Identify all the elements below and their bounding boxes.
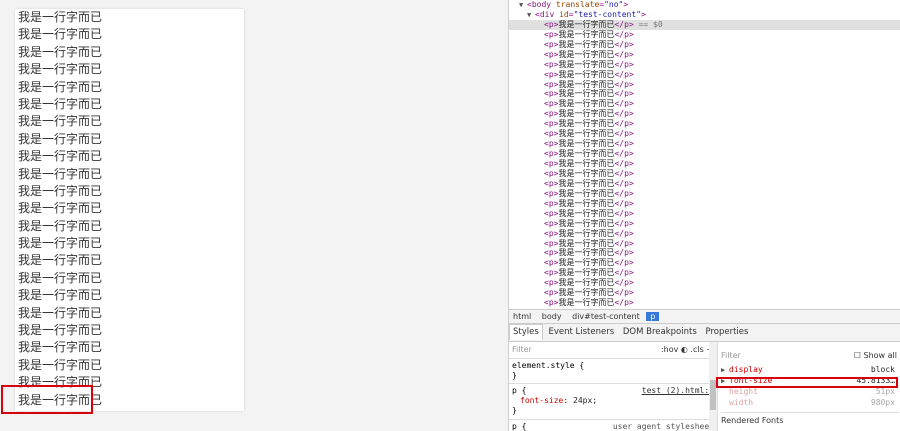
styles-filter[interactable]: Filter :hov ◐ .cls + [509,342,717,359]
tree-node-p[interactable]: <p>我是一行字而已</p> == $0 [509,19,900,30]
ua-source: user agent stylesheet [612,422,714,431]
crumb-p[interactable]: p [646,312,660,321]
tab-styles[interactable]: Styles [509,324,543,340]
text-line: 我是一行字而已 [18,96,103,111]
text-line: 我是一行字而已 [18,218,103,233]
tree-node-p[interactable]: <p>我是一行字而已</p> [509,129,900,139]
tree-node-p[interactable]: <p>我是一行字而已</p> [509,268,900,278]
tree-node-p[interactable]: <p>我是一行字而已</p> [509,139,900,149]
text-line: 我是一行字而已 [18,79,103,94]
tree-node-p[interactable]: <p>我是一行字而已</p> [509,298,900,308]
tree-node-p[interactable]: <p>我是一行字而已</p> [509,50,900,60]
font-size-prop[interactable]: font-size [520,396,563,405]
text-line: 我是一行字而已 [18,27,103,42]
rule-close: } [512,406,517,415]
highlight-box-style [1,385,93,414]
font-size-value[interactable]: 24px; [573,396,597,405]
element-style-selector: element.style { [512,361,585,370]
computed-filter-input[interactable]: Filter [721,351,741,360]
tree-node-p[interactable]: <p>我是一行字而已</p> [509,179,900,189]
tree-node-p[interactable]: <p>我是一行字而已</p> [509,199,900,209]
computed-prop-name: width [729,398,754,407]
text-line: 我是一行字而已 [18,183,103,198]
text-line: 我是一行字而已 [18,357,103,372]
text-line: 我是一行字而已 [18,201,103,216]
tree-node-p[interactable]: <p>我是一行字而已</p> [509,189,900,199]
tab-event-listeners[interactable]: Event Listeners [545,324,617,341]
text-line: 我是一行字而已 [18,149,103,164]
rule-source-link[interactable]: test (2).html:8 [642,386,714,396]
computed-prop-value: block [870,365,895,374]
tree-node-p[interactable]: <p>我是一行字而已</p> [509,40,900,50]
ua-rule[interactable]: p { user agent stylesheet [509,420,717,431]
tree-node-p[interactable]: <p>我是一行字而已</p> [509,109,900,119]
sidebar-tabs: Styles Event Listeners DOM Breakpoints P… [509,324,900,342]
tree-node-p[interactable]: <p>我是一行字而已</p> [509,119,900,129]
p-rule[interactable]: p { test (2).html:8 font-size: 24px; } [509,384,717,420]
tree-node-p[interactable]: <p>我是一行字而已</p> [509,219,900,229]
tree-node-p[interactable]: <p>我是一行字而已</p> [509,99,900,109]
computed-prop-value: 980px [870,398,895,407]
devtools-panel: ▼ <body translate="no"> ▼ <div id="test-con… [508,0,900,431]
tree-node-p[interactable]: <p>我是一行字而已</p> [509,258,900,268]
tree-node-p[interactable]: <p>我是一行字而已</p> [509,248,900,258]
tree-node-p[interactable]: <p>我是一行字而已</p> [509,169,900,179]
show-all-toggle[interactable]: ☐ Show all [854,348,897,364]
tree-node-p[interactable]: <p>我是一行字而已</p> [509,159,900,169]
computed-prop-name: height [729,387,758,396]
crumb-div[interactable]: div#test-content [568,312,644,321]
paint-icon[interactable]: ◐ [681,345,688,354]
text-line: 我是一行字而已 [18,166,103,181]
expand-triangle-icon[interactable]: ▼ [527,11,535,21]
test-content: 我是一行字而已 我是一行字而已 我是一行字而已 我是一行字而已 我是一行字而已 我是一行字… [15,9,244,411]
tree-node-p[interactable]: <p>我是一行字而已</p> [509,30,900,40]
text-line: 我是一行字而已 [18,253,103,268]
tree-node-p[interactable]: <p>我是一行字而已</p> [509,89,900,99]
tree-node-p[interactable]: <p>我是一行字而已</p> [509,80,900,90]
highlight-box-computed [716,377,898,388]
styles-filter-input[interactable]: Filter [512,345,532,354]
breadcrumb: html body div#test-content p [509,309,900,324]
text-line: 我是一行字而已 [18,288,103,303]
tree-node-p[interactable]: <p>我是一行字而已</p> [509,239,900,249]
expand-triangle-icon[interactable]: ▼ [519,1,527,11]
element-style-rule[interactable]: element.style { } [509,359,717,384]
text-line: 我是一行字而已 [18,305,103,320]
tree-node-div[interactable]: ▼ <div id="test-content"> [509,10,900,20]
styles-pane: Filter :hov ◐ .cls + element.style { } p… [509,342,718,431]
computed-prop-name: display [729,365,763,374]
crumb-html[interactable]: html [509,312,535,321]
cls-toggle[interactable]: .cls [690,345,703,354]
tree-node-p[interactable]: <p>我是一行字而已</p> [509,60,900,70]
tree-node-p[interactable]: <p>我是一行字而已</p> [509,149,900,159]
text-line: 我是一行字而已 [18,270,103,285]
text-line: 我是一行字而已 [18,44,103,59]
tab-properties[interactable]: Properties [702,324,751,341]
computed-row-display[interactable]: ▶ display block [719,364,900,375]
elements-tree[interactable]: ▼ <body translate="no"> ▼ <div id="test-con… [509,0,900,309]
text-line: 我是一行字而已 [18,236,103,251]
text-line: 我是一行字而已 [18,10,103,24]
text-line: 我是一行字而已 [18,62,103,77]
tree-node-p[interactable]: <p>我是一行字而已</p> [509,70,900,80]
tree-node-p[interactable]: <p>我是一行字而已</p> [509,278,900,288]
text-line: 我是一行字而已 [18,340,103,355]
computed-row-width[interactable]: width 980px [719,397,900,408]
page-viewport: 我是一行字而已 我是一行字而已 我是一行字而已 我是一行字而已 我是一行字而已 我是一行字… [0,0,508,431]
screen: 我是一行字而已 我是一行字而已 我是一行字而已 我是一行字而已 我是一行字而已 我是一行字… [0,0,900,431]
text-line: 我是一行字而已 [18,131,103,146]
crumb-body[interactable]: body [538,312,566,321]
tree-node-body[interactable]: ▼ <body translate="no"> [509,0,900,10]
text-line: 我是一行字而已 [18,114,103,129]
rendered-fonts-header[interactable]: Rendered Fonts [721,412,899,426]
computed-filter[interactable]: Filter ☐ Show all [719,348,900,364]
show-all-label: Show all [863,351,897,360]
tab-dom-breakpoints[interactable]: DOM Breakpoints [620,324,700,341]
rule-close: } [512,371,517,380]
text-line: 我是一行字而已 [18,323,103,338]
tree-node-p[interactable]: <p>我是一行字而已</p> [509,209,900,219]
tree-node-p[interactable]: <p>我是一行字而已</p> [509,229,900,239]
hov-toggle[interactable]: :hov [661,345,678,354]
tree-node-p[interactable]: <p>我是一行字而已</p> [509,288,900,298]
